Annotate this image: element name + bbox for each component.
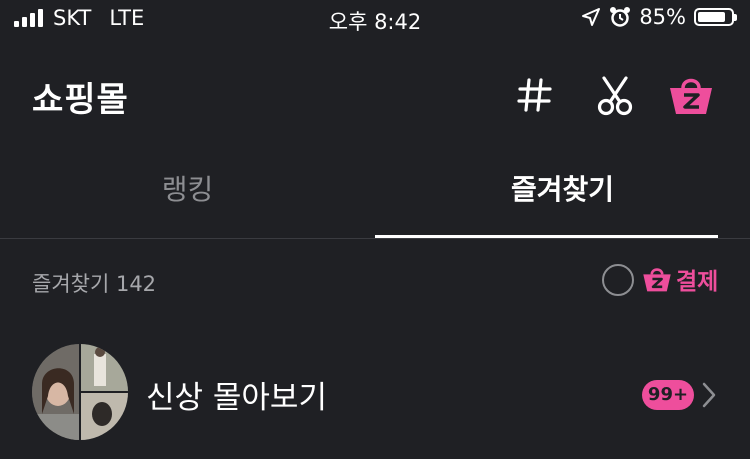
chevron-right-icon	[702, 382, 716, 408]
location-icon	[582, 8, 601, 26]
status-bar: SKT LTE 오후 8:42 85%	[0, 0, 750, 40]
select-all-checkbox[interactable]	[602, 264, 634, 296]
page-title: 쇼핑몰	[32, 80, 129, 120]
count-badge: 99+	[642, 380, 694, 410]
list-item[interactable]: 신상 몰아보기 99+	[0, 338, 750, 448]
battery-percent: 85%	[639, 5, 686, 29]
zigzag-basket-icon	[643, 268, 671, 292]
item-label: 신상 몰아보기	[146, 380, 327, 416]
battery-icon	[694, 8, 737, 26]
alarm-icon	[610, 7, 631, 27]
pay-label: 결제	[676, 269, 719, 295]
scissors-icon[interactable]	[592, 72, 638, 118]
tab-ranking[interactable]: 랭킹	[0, 168, 375, 208]
collage-thumbnail	[32, 344, 128, 440]
favorites-count: 즐겨찾기 142	[32, 272, 157, 296]
tab-favorites[interactable]: 즐겨찾기	[375, 168, 750, 208]
divider	[0, 238, 750, 239]
zigzag-basket-icon[interactable]	[668, 72, 714, 118]
hash-icon[interactable]	[512, 72, 558, 118]
pay-button[interactable]: 결제	[642, 262, 718, 296]
